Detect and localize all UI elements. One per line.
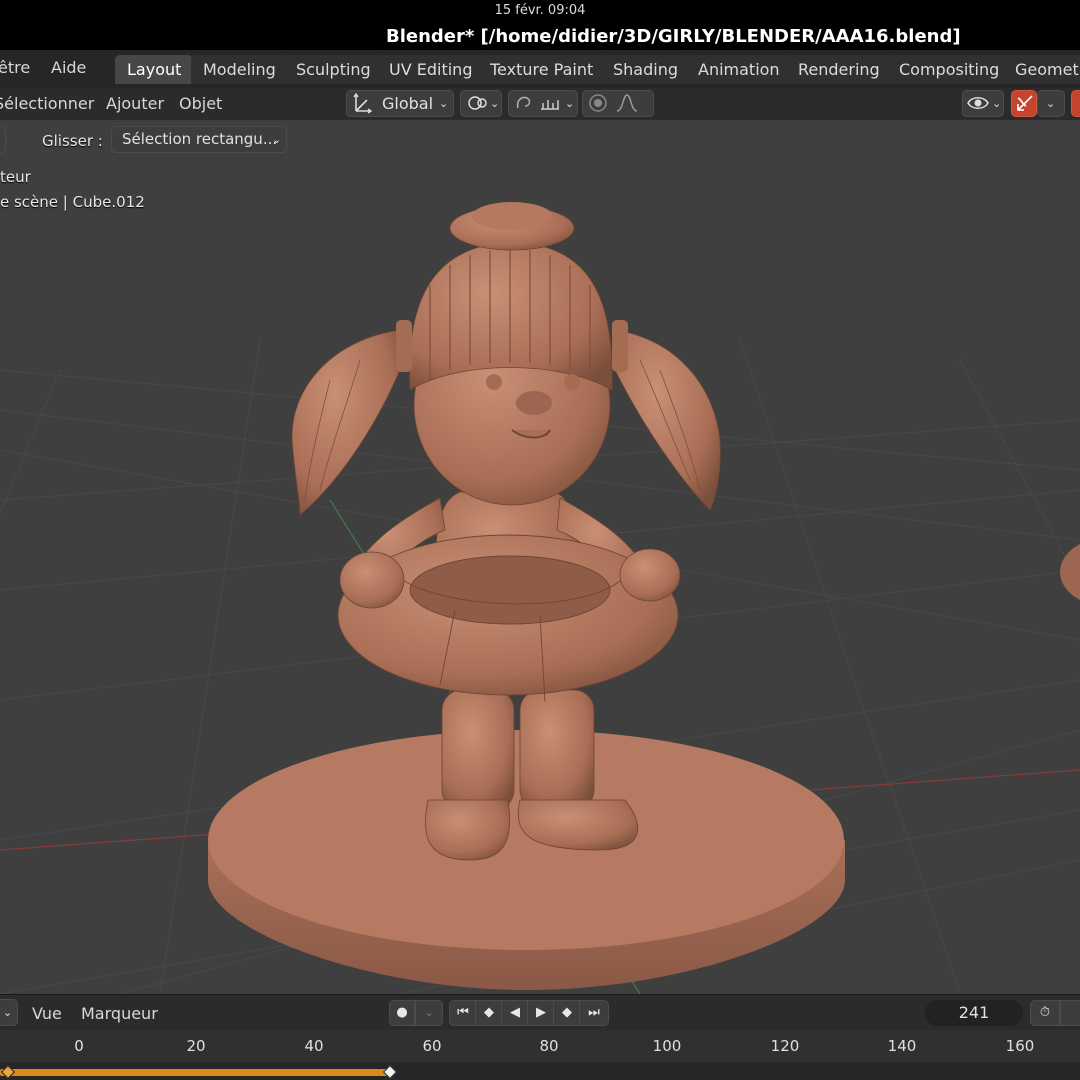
tab-compositing[interactable]: Compositing [887,55,1012,84]
tick-label: 0 [74,1037,84,1055]
tab-modeling[interactable]: Modeling [191,55,288,84]
snap-controls[interactable]: ⌄ [508,90,578,117]
drag-label: Glisser : [42,132,103,150]
menu-marker[interactable]: Marqueur [81,1004,158,1023]
tab-uv-editing[interactable]: UV Editing [377,55,485,84]
start-frame-field[interactable] [1060,1000,1080,1026]
system-bar: 15 févr. 09:04 [0,0,1080,24]
tab-shading[interactable]: Shading [601,55,690,84]
tick-label: 160 [1005,1037,1035,1055]
falloff-curve-icon [615,92,639,121]
menu-add[interactable]: Ajouter [106,94,164,113]
tick-label: 20 [186,1037,206,1055]
play-button[interactable]: ▶ [527,1000,555,1026]
tick-label: 120 [770,1037,800,1055]
system-clock: 15 févr. 09:04 [494,3,586,18]
tick-label: 40 [304,1037,324,1055]
keying-dropdown[interactable]: ⌄ [415,1000,443,1026]
menu-window[interactable]: être [0,58,30,77]
timeline-header: ⌄ Vue Marqueur ● ⌄ ⏮ ◆ ◀ ▶ ◆ ⏭ 241 ⏱ [0,994,1080,1030]
play-icon: ▶ [536,1005,546,1020]
gizmo-toggle[interactable] [1011,90,1037,117]
menu-object[interactable]: Objet [179,94,222,113]
menu-view[interactable]: Vue [32,1004,62,1023]
tab-layout[interactable]: Layout [115,55,194,84]
transform-icon [353,91,373,122]
jump-start-button[interactable]: ⏮ [449,1000,477,1026]
play-reverse-icon: ◀ [510,1005,520,1020]
proportional-editing[interactable] [582,90,654,117]
keyframe-marker[interactable] [382,1064,398,1080]
overlay-toggle[interactable] [1071,90,1080,117]
visibility-icon [967,92,989,121]
jump-end-button[interactable]: ⏭ [579,1000,609,1026]
orientation-dropdown[interactable]: Global ⌄ [346,90,454,117]
menu-select[interactable]: Sélectionner [0,94,94,113]
jump-end-icon: ⏭ [588,1005,600,1020]
timeline-keyframe-strip[interactable] [0,1062,1080,1080]
snap-increment-icon [539,92,561,121]
prev-keyframe-button[interactable]: ◆ [475,1000,503,1026]
drag-value: Sélection rectangu... [122,130,278,148]
tick-label: 100 [652,1037,682,1055]
window-titlebar: Blender* [/home/didier/3D/GIRLY/BLENDER/… [0,24,1080,50]
play-reverse-button[interactable]: ◀ [501,1000,529,1026]
tick-label: 80 [539,1037,559,1055]
drag-dropdown[interactable]: Sélection rectangu... ⌄ [111,126,287,153]
topbar: être Aide Layout Modeling Sculpting UV E… [0,50,1080,88]
view-name: teur [0,168,31,186]
keyframe-hold-bar [0,1069,388,1076]
gizmo-icon [1014,92,1036,121]
tab-animation[interactable]: Animation [686,55,792,84]
editor-type-dropdown[interactable]: ⌄ [0,999,18,1026]
pivot-dropdown[interactable]: ⌄ [460,90,502,117]
playback-timer-button[interactable]: ⏱ [1030,1000,1060,1026]
chevron-down-icon: ⌄ [992,97,1002,110]
model-partial-object [1060,544,1080,600]
next-keyframe-button[interactable]: ◆ [553,1000,581,1026]
chevron-down-icon: ⌄ [565,97,575,110]
stopwatch-icon: ⏱ [1039,1005,1051,1020]
chevron-down-icon: ⌄ [439,97,449,110]
prev-keyframe-icon: ◆ [484,1005,494,1020]
keyframe-marker[interactable] [0,1064,16,1080]
tool-settings-bar: Glisser : Sélection rectangu... ⌄ [0,124,1080,154]
tab-rendering[interactable]: Rendering [786,55,892,84]
proportional-icon [587,92,609,121]
scene-info: e scène | Cube.012 [0,193,145,211]
jump-start-icon: ⏮ [457,1005,469,1020]
3d-viewport[interactable]: Glisser : Sélection rectangu... ⌄ teur e… [0,120,1080,994]
menu-help[interactable]: Aide [51,58,86,77]
gizmo-dropdown[interactable]: ⌄ [1037,90,1065,117]
orientation-label: Global [382,94,434,113]
current-frame-field[interactable]: 241 [925,1000,1023,1026]
tick-label: 60 [422,1037,442,1055]
chevron-down-icon: ⌄ [272,133,282,146]
viewport-scene [0,202,1080,994]
snap-icon [513,92,535,121]
pivot-icon [467,92,489,121]
chevron-down-icon: ⌄ [490,97,500,110]
timeline-ruler[interactable]: 0 20 40 60 80 100 120 140 160 [0,1030,1080,1062]
record-button[interactable]: ● [389,1000,415,1026]
next-keyframe-icon: ◆ [562,1005,572,1020]
tick-label: 140 [887,1037,917,1055]
tab-sculpting[interactable]: Sculpting [284,55,383,84]
record-icon: ● [396,1005,408,1020]
chevron-down-icon: ⌄ [1046,97,1056,110]
mode-dropdown[interactable] [0,126,6,153]
tab-texture-paint[interactable]: Texture Paint [478,55,606,84]
window-title: Blender* [/home/didier/3D/GIRLY/BLENDER/… [386,26,961,47]
visibility-dropdown[interactable]: ⌄ [962,90,1004,117]
tab-geometry[interactable]: Geometry [1003,55,1080,84]
chevron-down-icon: ⌄ [3,1006,13,1019]
viewport-header: Sélectionner Ajouter Objet Global ⌄ ⌄ ⌄ [0,88,1080,120]
model-head [396,202,628,506]
chevron-down-icon: ⌄ [424,1006,434,1019]
